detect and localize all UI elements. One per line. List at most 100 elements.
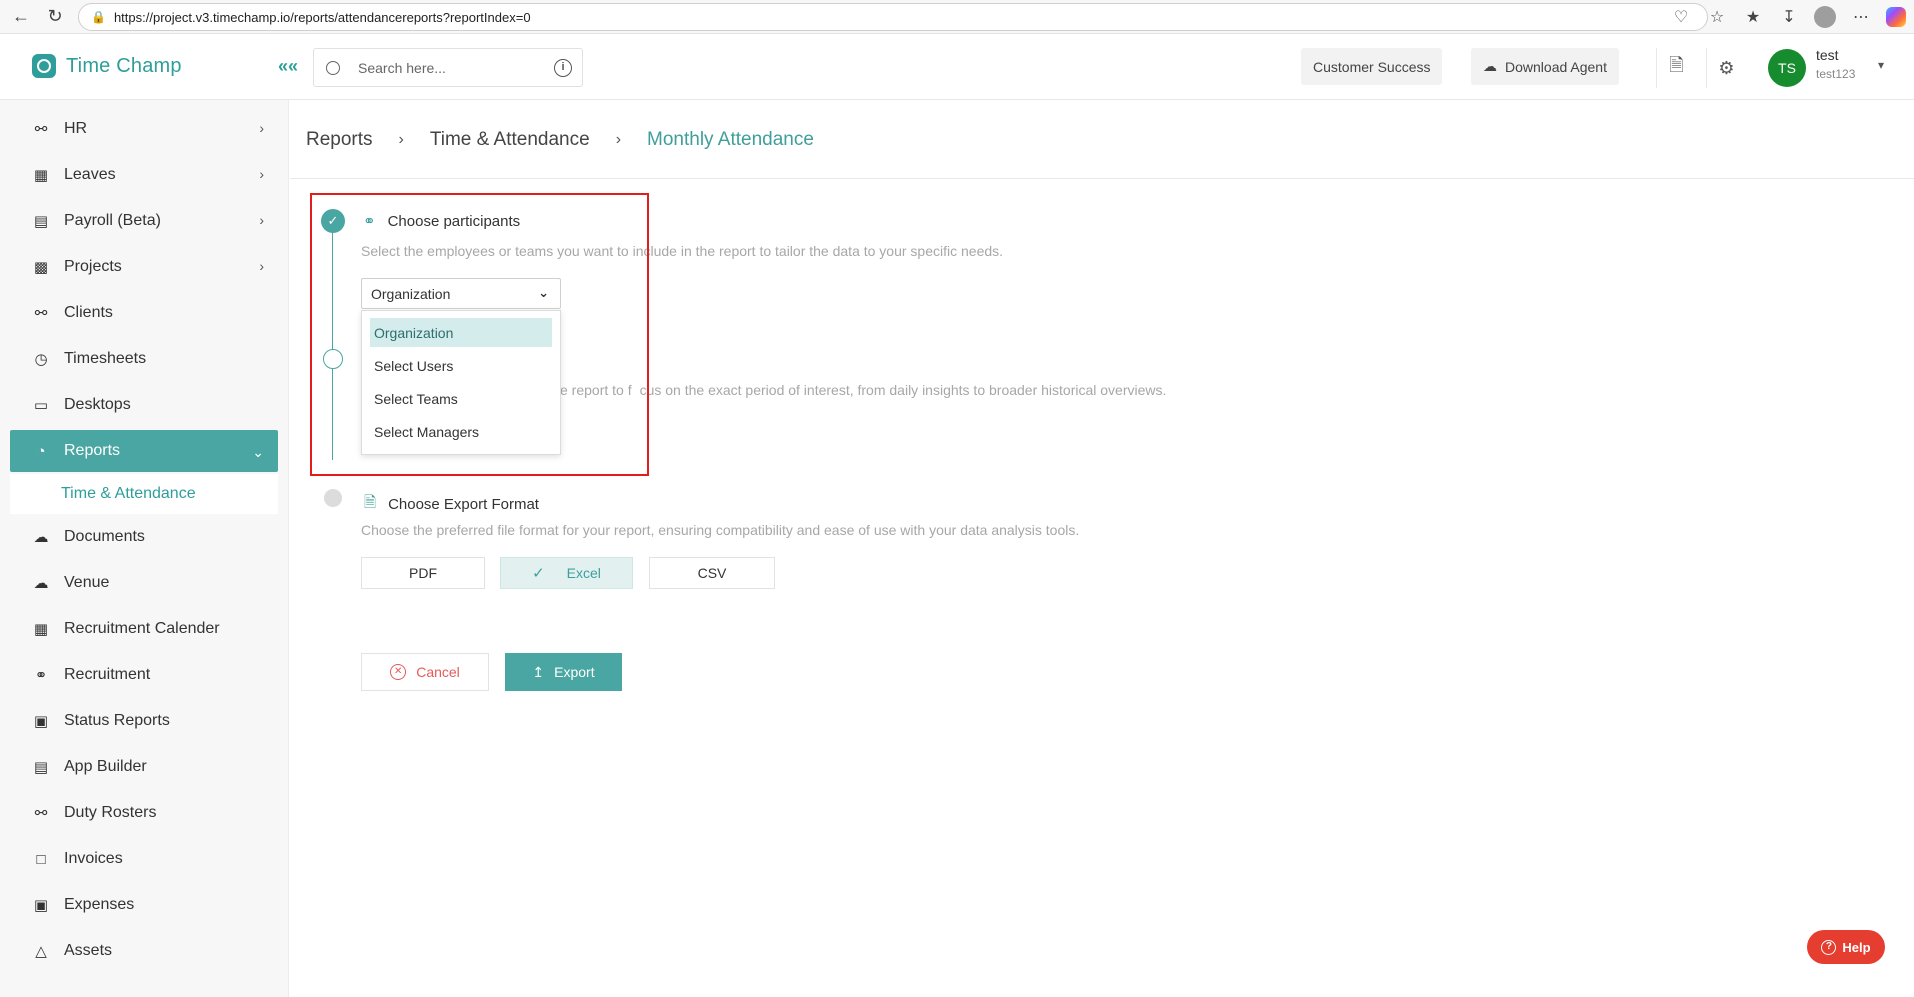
- more-options-icon[interactable]: ⋯: [1850, 7, 1872, 27]
- sidebar-item-label: Payroll (Beta): [64, 212, 161, 229]
- cloud-icon: ☁: [33, 575, 49, 592]
- sidebar-item-assets[interactable]: △ Assets: [0, 928, 288, 974]
- sidebar-item-label: Recruitment: [64, 666, 151, 683]
- file-upload-icon: 🗎: [364, 494, 377, 511]
- chevron-right-icon: ›: [259, 166, 264, 182]
- dropdown-option-select-teams[interactable]: Select Teams: [370, 384, 552, 413]
- sidebar-item-label: Status Reports: [64, 712, 170, 729]
- cloud-icon: ☁: [33, 529, 49, 546]
- user-name: test: [1816, 47, 1839, 63]
- sidebar-item-label: Desktops: [64, 396, 131, 413]
- dropdown-option-organization[interactable]: Organization: [370, 318, 552, 347]
- sidebar-item-payroll[interactable]: ▤ Payroll (Beta) ›: [0, 198, 288, 244]
- breadcrumb-monthly-attendance: Monthly Attendance: [647, 128, 814, 150]
- format-pdf-button[interactable]: PDF: [361, 557, 485, 589]
- sidebar-item-recruitment-calender[interactable]: ▦ Recruitment Calender: [0, 606, 288, 652]
- dropdown-option-select-managers[interactable]: Select Managers: [370, 417, 552, 446]
- chevron-down-icon: ⌄: [538, 285, 549, 300]
- reload-icon[interactable]: ↻: [42, 4, 68, 30]
- sidebar: ⚯ HR › ▦ Leaves › ▤ Payroll (Beta) › ▩ P…: [0, 100, 289, 997]
- sidebar-item-label: Leaves: [64, 166, 116, 183]
- breadcrumb-time-attendance[interactable]: Time & Attendance: [430, 129, 590, 151]
- add-user-icon: ⚯: [34, 805, 48, 822]
- cancel-button[interactable]: ✕ Cancel: [361, 653, 489, 691]
- participants-icon: ⚭: [363, 213, 376, 230]
- sidebar-item-status-reports[interactable]: ▣ Status Reports: [0, 698, 288, 744]
- sidebar-item-clients[interactable]: ⚯ Clients: [0, 290, 288, 336]
- dashboard-icon: ▣: [33, 713, 49, 730]
- address-bar[interactable]: 🔒 https://project.v3.timechamp.io/report…: [78, 3, 1708, 31]
- format-csv-button[interactable]: CSV: [649, 557, 775, 589]
- sidebar-item-duty-rosters[interactable]: ⚯ Duty Rosters: [0, 790, 288, 836]
- download-icon[interactable]: ↧: [1778, 7, 1800, 27]
- sidebar-item-label: Recruitment Calender: [64, 620, 220, 637]
- step-date-desc-b: cus on the exact period of interest, fro…: [639, 382, 1167, 398]
- user-avatar[interactable]: TS: [1768, 49, 1806, 87]
- breadcrumb-reports[interactable]: Reports: [306, 129, 373, 151]
- invoice-icon: □: [36, 850, 46, 868]
- search-input[interactable]: [358, 59, 538, 76]
- chevron-down-icon: ⌄: [252, 444, 264, 460]
- document-icon[interactable]: 🗎: [1656, 48, 1696, 88]
- step-export-desc: Choose the preferred file format for you…: [361, 522, 1080, 538]
- user-menu-chevron-icon[interactable]: ▾: [1878, 58, 1884, 72]
- address-bar-url: https://project.v3.timechamp.io/reports/…: [113, 9, 531, 25]
- step-participants-desc-b: to include in the report to tailor the d…: [617, 243, 1004, 259]
- person-icon: ⚯: [34, 121, 48, 138]
- settings-gear-icon[interactable]: ⚙: [1706, 48, 1746, 88]
- browser-actions: ♡ ☆ ★ ↧ ⋯: [1670, 4, 1906, 30]
- stepper-line: [332, 230, 333, 460]
- dropdown-option-select-users[interactable]: Select Users: [370, 351, 552, 380]
- profile-avatar-icon[interactable]: [1814, 6, 1836, 28]
- check-icon: ✓: [532, 565, 545, 582]
- upload-icon: ↥: [532, 663, 545, 680]
- participants-dropdown: Organization Select Users Select Teams S…: [361, 310, 561, 455]
- participants-select[interactable]: Organization ⌄: [361, 278, 561, 309]
- sidebar-item-documents[interactable]: ☁ Documents: [0, 514, 288, 560]
- download-agent-button[interactable]: ☁ Download Agent: [1471, 48, 1619, 85]
- step-date-desc: e report to f cus on the exact period of …: [560, 382, 1166, 398]
- breadcrumb: Reports › Time & Attendance › Monthly At…: [290, 101, 1914, 179]
- customer-success-button[interactable]: Customer Success: [1301, 48, 1443, 85]
- sidebar-item-label: HR: [64, 120, 88, 137]
- sidebar-item-app-builder[interactable]: ▤ App Builder: [0, 744, 288, 790]
- favorite-star-icon[interactable]: ☆: [1706, 7, 1728, 27]
- bell-icon[interactable]: ♡: [1670, 7, 1692, 27]
- help-label: Help: [1842, 939, 1871, 955]
- collapse-sidebar-icon[interactable]: ««: [278, 56, 298, 77]
- search-box: i: [313, 48, 583, 87]
- chevron-right-icon: ›: [259, 120, 264, 136]
- info-icon[interactable]: i: [554, 59, 572, 77]
- sidebar-item-label: Assets: [64, 942, 113, 959]
- help-button[interactable]: ? Help: [1807, 930, 1885, 964]
- app-header: Time Champ «« i Customer Success ☁ Downl…: [0, 34, 1914, 100]
- sidebar-item-invoices[interactable]: □ Invoices: [0, 836, 288, 882]
- favorites-list-icon[interactable]: ★: [1742, 7, 1764, 27]
- back-icon[interactable]: ←: [8, 4, 34, 30]
- sidebar-item-reports[interactable]: ◔ Reports ⌄: [10, 430, 278, 472]
- format-excel-label: Excel: [566, 565, 601, 581]
- wallet-icon: ▤: [33, 213, 49, 230]
- sidebar-item-desktops[interactable]: ▭ Desktops: [0, 382, 288, 428]
- sidebar-item-label: Invoices: [64, 850, 123, 867]
- export-button[interactable]: ↥ Export: [505, 653, 622, 691]
- sidebar-subitem-time-attendance[interactable]: Time & Attendance: [10, 474, 278, 514]
- participants-select-value: Organization: [371, 285, 451, 302]
- step-current-indicator: [323, 349, 343, 369]
- sidebar-item-hr[interactable]: ⚯ HR ›: [0, 106, 288, 152]
- sidebar-item-timesheets[interactable]: ◷ Timesheets: [0, 336, 288, 382]
- alarm-clock-icon: ◷: [34, 351, 48, 368]
- sidebar-item-venue[interactable]: ☁ Venue: [0, 560, 288, 606]
- pie-chart-icon: ◔: [36, 442, 46, 460]
- sidebar-item-leaves[interactable]: ▦ Leaves ›: [0, 152, 288, 198]
- step-participants-desc-a: Select the employees or teams you want: [361, 243, 614, 259]
- lock-icon: 🔒: [91, 10, 106, 24]
- sidebar-item-expenses[interactable]: ▣ Expenses: [0, 882, 288, 928]
- app-logo[interactable]: Time Champ: [32, 54, 182, 78]
- chevron-right-icon: ›: [259, 258, 264, 274]
- sidebar-item-recruitment[interactable]: ⚭ Recruitment: [0, 652, 288, 698]
- format-excel-button[interactable]: ✓ Excel: [500, 557, 633, 589]
- sidebar-item-label: Projects: [64, 258, 122, 275]
- copilot-icon[interactable]: [1886, 7, 1906, 27]
- sidebar-item-projects[interactable]: ▩ Projects ›: [0, 244, 288, 290]
